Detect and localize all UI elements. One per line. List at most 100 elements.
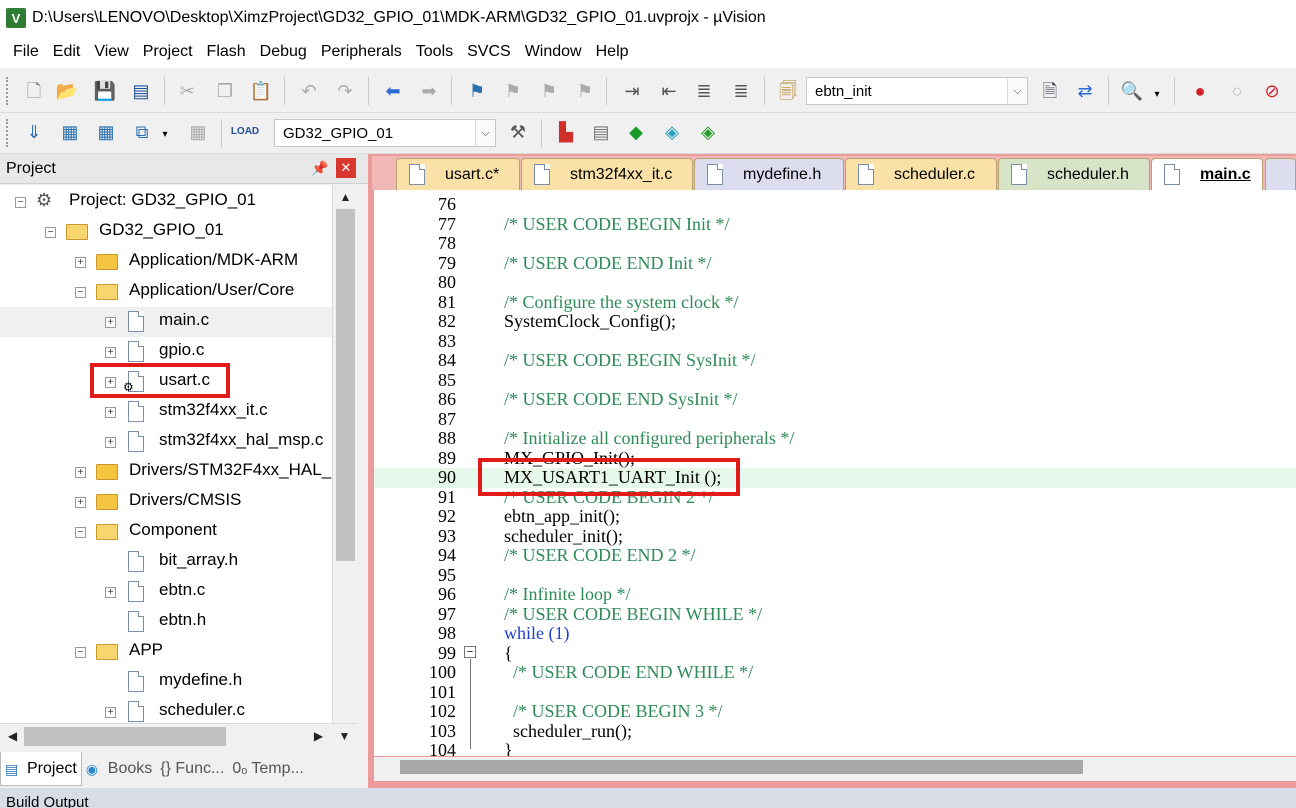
code-line[interactable]: 104} [374,740,1296,756]
collapse-icon[interactable]: − [75,527,86,538]
breakpoint-icon[interactable]: ● [1188,79,1212,103]
tree-item-file[interactable]: ebtn.h [0,607,332,637]
code-line[interactable]: 102 /* USER CODE BEGIN 3 */ [374,701,1296,722]
find-combo[interactable]: ebtn_init ⌵ [806,77,1028,105]
undo-icon[interactable]: ↶ [297,79,321,103]
menu-project[interactable]: Project [136,36,200,68]
tree-horizontal-scrollbar[interactable]: ◀ ▶ ▼ [0,723,357,748]
tab-mydefine-h[interactable]: mydefine.h [694,158,844,190]
tab-overflow[interactable] [1265,158,1296,190]
tree-item-group[interactable]: − Component [0,517,332,547]
menu-view[interactable]: View [87,36,135,68]
tree-item-file[interactable]: + stm32f4xx_hal_msp.c [0,427,332,457]
tree-item-group[interactable]: + Drivers/CMSIS [0,487,332,517]
code-line[interactable]: 88 /* Initialize all configured periphera… [374,428,1296,449]
expand-icon[interactable]: + [75,257,86,268]
code-editor[interactable]: 76 77 /* USER CODE BEGIN Init */ 78 79 /* … [374,190,1296,756]
code-line[interactable]: 86 /* USER CODE END SysInit */ [374,389,1296,410]
collapse-icon[interactable]: − [45,227,56,238]
unindent-icon[interactable]: ⇤ [657,79,681,103]
menu-help[interactable]: Help [589,36,636,68]
rte-component-icon[interactable]: ◈ [696,120,720,144]
code-line[interactable]: 96 /* Infinite loop */ [374,584,1296,605]
expand-icon[interactable]: + [105,407,116,418]
code-line[interactable]: 84 /* USER CODE BEGIN SysInit */ [374,350,1296,371]
code-line[interactable]: 95 [374,565,1296,586]
comment-icon[interactable]: ≣ [692,79,716,103]
collapse-icon[interactable]: − [75,647,86,658]
select-packs-icon[interactable]: ▤ [589,120,613,144]
tree-item-group[interactable]: − APP [0,637,332,667]
open-folder-icon[interactable]: 📂 [55,79,79,103]
bookmark-icon[interactable]: ⚑ [465,79,489,103]
code-line[interactable]: 78 [374,233,1296,254]
translate-icon[interactable]: ⇓ [22,120,46,144]
cut-icon[interactable]: ✂ [175,79,199,103]
expand-icon[interactable]: + [105,347,116,358]
collapse-icon[interactable]: − [75,287,86,298]
tree-item-group[interactable]: + Drivers/STM32F4xx_HAL_D [0,457,332,487]
code-line[interactable]: 82 SystemClock_Config(); [374,311,1296,332]
tree-vertical-scrollbar[interactable]: ▲ [332,185,357,723]
code-line[interactable]: 92 ebtn_app_init(); [374,506,1296,527]
code-line[interactable]: 94 /* USER CODE END 2 */ [374,545,1296,566]
expand-icon[interactable]: + [75,467,86,478]
scroll-left-icon[interactable]: ◀ [0,724,25,748]
code-line[interactable]: 101 [374,682,1296,703]
code-line[interactable]: 87 [374,409,1296,430]
tab-project[interactable]: ▤ Project [0,752,82,786]
stop-build-icon[interactable]: ▦ [186,120,210,144]
pack-installer-icon[interactable]: ◈ [660,120,684,144]
expand-icon[interactable]: + [75,497,86,508]
uncomment-icon[interactable]: ≣ [729,79,753,103]
code-line[interactable]: 99 { [374,643,1296,664]
tree-item-file[interactable]: + main.c [0,307,332,337]
debug-session-icon[interactable]: 🔍 [1120,79,1144,103]
tab-books[interactable]: ◉ Books [82,752,156,786]
tab-stm32f4xx-it-c[interactable]: stm32f4xx_it.c [521,158,693,190]
target-select[interactable]: GD32_GPIO_01 ⌵ [274,119,496,147]
batch-build-icon[interactable]: ⧉ [130,120,154,144]
rebuild-icon[interactable]: ▦ [94,120,118,144]
chevron-down-icon[interactable]: ⌵ [475,120,495,146]
scroll-up-icon[interactable]: ▲ [333,185,358,209]
find-in-files-icon[interactable]: 🗐 [776,79,800,103]
tab-functions[interactable]: {} Func... [156,752,228,786]
menu-flash[interactable]: Flash [200,36,253,68]
tree-item-file[interactable]: bit_array.h [0,547,332,577]
fold-collapse-icon[interactable]: − [464,646,476,658]
menu-tools[interactable]: Tools [409,36,460,68]
scrollbar-thumb[interactable] [336,209,355,561]
menu-svcs[interactable]: SVCS [460,36,518,68]
pin-icon[interactable]: 📌 [311,160,328,177]
build-icon[interactable]: ▦ [58,120,82,144]
tree-item-file[interactable]: + ebtn.c [0,577,332,607]
next-bookmark-icon[interactable]: ⚑ [537,79,561,103]
tree-item-file[interactable]: + stm32f4xx_it.c [0,397,332,427]
new-file-icon[interactable]: 🗋 [22,79,46,103]
navigate-forward-icon[interactable]: ➡ [417,79,441,103]
copy-icon[interactable]: ❐ [213,79,237,103]
scrollbar-thumb[interactable] [24,727,226,746]
expand-icon[interactable]: + [105,587,116,598]
tab-usart-c[interactable]: usart.c* [396,158,520,190]
toolbar-grip[interactable] [6,119,12,147]
toolbar-grip[interactable] [6,77,12,105]
menu-file[interactable]: File [0,36,46,68]
tree-item-file[interactable]: mydefine.h [0,667,332,697]
menu-edit[interactable]: Edit [46,36,88,68]
code-line[interactable]: 83 [374,331,1296,352]
tab-scheduler-c[interactable]: scheduler.c [845,158,997,190]
navigate-back-icon[interactable]: ⬅ [381,79,405,103]
editor-horizontal-scrollbar[interactable] [374,757,1296,781]
manage-project-icon[interactable]: ▙ [554,120,578,144]
kill-breakpoints-icon[interactable]: ⊘ [1260,79,1284,103]
close-icon[interactable]: ✕ [336,158,356,178]
code-line[interactable]: 80 [374,272,1296,293]
scroll-right-icon[interactable]: ▶ [306,724,331,748]
menu-peripherals[interactable]: Peripherals [314,36,409,68]
expand-icon[interactable]: + [105,437,116,448]
save-icon[interactable]: 💾 [93,79,117,103]
expand-icon[interactable]: + [105,707,116,718]
code-line[interactable]: 77 /* USER CODE BEGIN Init */ [374,214,1296,235]
